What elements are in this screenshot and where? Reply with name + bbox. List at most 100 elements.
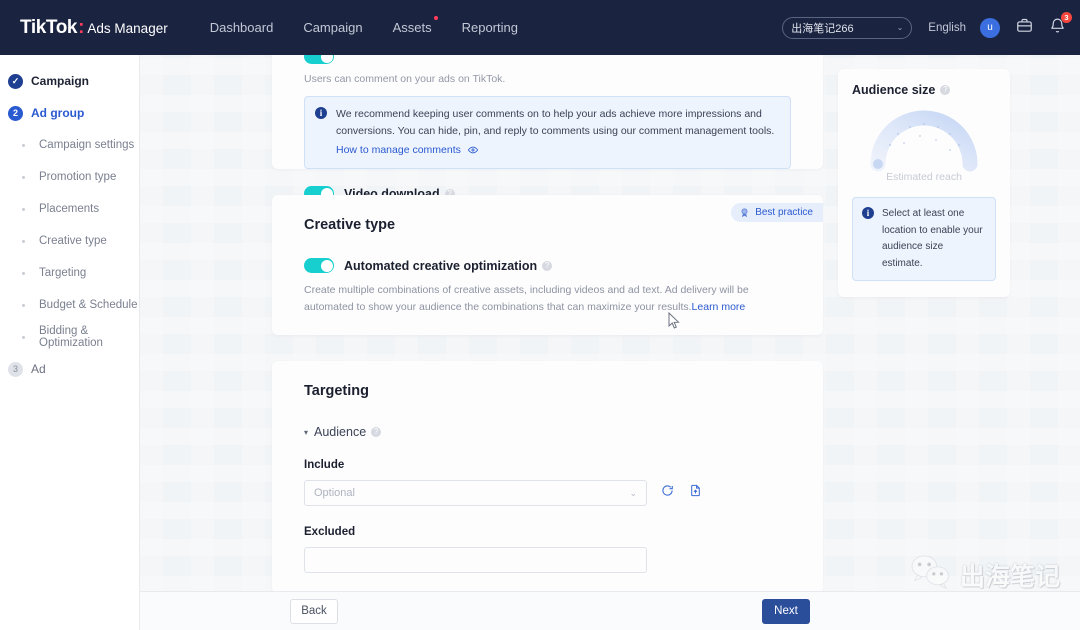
top-navigation-bar: TikTok : Ads Manager Dashboard Campaign … (0, 0, 1080, 55)
audience-size-infobox: i Select at least one location to enable… (852, 197, 996, 281)
help-icon[interactable]: ? (371, 427, 382, 437)
next-button[interactable]: Next (762, 598, 810, 624)
avatar[interactable]: u (980, 17, 1000, 38)
nav-item-assets[interactable]: Assets (392, 16, 438, 39)
card-creative-type: Best practice Creative type Automated cr… (272, 195, 823, 335)
include-audience-placeholder: Optional (314, 487, 355, 499)
audience-size-title: Audience size (852, 83, 936, 97)
sidebar-step-ad[interactable]: 3 Ad (0, 353, 139, 385)
sidebar-item-placements[interactable]: Placements (0, 193, 139, 225)
user-comment-hint: Users can comment on your ads on TikTok. (304, 73, 506, 85)
brand-logo[interactable]: TikTok : Ads Manager (20, 17, 168, 39)
sidebar-item-campaign-settings-label: Campaign settings (39, 139, 135, 151)
how-to-manage-comments-link[interactable]: How to manage comments (336, 144, 461, 156)
brand-subtitle: Ads Manager (87, 20, 168, 36)
help-icon[interactable]: ? (542, 260, 553, 271)
audience-group-label: Audience (314, 425, 367, 439)
sidebar-item-promotion-type-label: Promotion type (39, 171, 117, 183)
aco-toggle-row: Automated creative optimization ? (304, 258, 791, 273)
audience-size-panel: Audience size ? Estimated reach i Select… (838, 69, 1010, 297)
help-icon[interactable]: ? (940, 85, 951, 95)
automated-creative-optimization-toggle[interactable] (304, 258, 334, 273)
card-targeting: Targeting ▾ Audience ? Include Optional … (272, 361, 823, 593)
stepper-sidebar: ✓ Campaign 2 Ad group Campaign settings … (0, 55, 140, 630)
sidebar-item-targeting-label: Targeting (39, 267, 87, 279)
learn-more-link[interactable]: Learn more (692, 301, 746, 313)
chevron-down-icon: ▾ (304, 427, 309, 437)
bullet-icon (16, 303, 31, 307)
step-ad-badge: 3 (8, 361, 23, 377)
sidebar-item-campaign-settings[interactable]: Campaign settings (0, 129, 139, 161)
best-practice-badge[interactable]: Best practice (731, 203, 823, 222)
sidebar-step-ad-group[interactable]: 2 Ad group (0, 97, 139, 129)
account-selector[interactable]: 出海笔记266 ⌄ (782, 16, 913, 39)
main-nav-links: Dashboard Campaign Assets Reporting (210, 16, 548, 39)
sidebar-item-bidding-optimization[interactable]: Bidding & Optimization (0, 321, 139, 353)
chevron-down-icon: ⌄ (629, 487, 637, 498)
wizard-footer-bar: Back Next (140, 591, 1080, 630)
bullet-icon (16, 271, 31, 275)
include-label: Include (304, 459, 345, 471)
next-button-label: Next (774, 605, 798, 617)
brand-name: TikTok (20, 16, 78, 38)
back-button[interactable]: Back (290, 598, 338, 624)
sidebar-step-ad-group-label: Ad group (31, 106, 85, 120)
sidebar-item-creative-type[interactable]: Creative type (0, 225, 139, 257)
nav-right-controls: 出海笔记266 ⌄ English u 3 (782, 11, 1072, 39)
info-icon: i (315, 107, 327, 119)
medal-icon (739, 207, 750, 218)
main-content: Users can comment on your ads on TikTok.… (272, 0, 823, 630)
sidebar-item-promotion-type[interactable]: Promotion type (0, 161, 139, 193)
info-icon: i (862, 207, 874, 219)
audience-size-info-text: Select at least one location to enable y… (882, 208, 983, 269)
sidebar-item-budget-schedule-label: Budget & Schedule (39, 299, 138, 311)
nav-item-campaign-label: Campaign (303, 20, 363, 35)
audience-group-header[interactable]: ▾ Audience ? (304, 425, 791, 439)
language-selector[interactable]: English (928, 22, 966, 34)
brand-colon: : (78, 16, 85, 38)
include-audience-select[interactable]: Optional ⌄ (304, 480, 647, 506)
sidebar-item-creative-type-label: Creative type (39, 235, 107, 247)
account-selector-value: 出海笔记266 (791, 22, 854, 35)
excluded-label: Excluded (304, 526, 356, 538)
nav-item-assets-label: Assets (392, 20, 432, 35)
bullet-icon (16, 143, 31, 147)
sidebar-step-ad-label: Ad (31, 362, 46, 376)
sidebar-item-budget-schedule[interactable]: Budget & Schedule (0, 289, 139, 321)
excluded-audience-select[interactable] (304, 547, 647, 573)
best-practice-label: Best practice (755, 207, 813, 218)
briefcase-icon[interactable] (1016, 17, 1033, 39)
bullet-icon (16, 335, 31, 339)
step-ad-group-badge: 2 (8, 105, 23, 121)
estimated-reach-gauge (852, 97, 996, 177)
comment-recommendation-text: We recommend keeping user comments on to… (336, 108, 775, 137)
bullet-icon (16, 175, 31, 179)
export-icon[interactable] (689, 484, 702, 502)
assets-notification-dot-icon (433, 16, 438, 20)
bullet-icon (16, 239, 31, 243)
nav-item-campaign[interactable]: Campaign (303, 16, 362, 39)
step-campaign-badge-icon: ✓ (8, 73, 23, 89)
bullet-icon (16, 207, 31, 211)
targeting-title: Targeting (304, 383, 369, 399)
aco-description: Create multiple combinations of creative… (304, 284, 749, 314)
sidebar-item-placements-label: Placements (39, 203, 100, 215)
notification-badge: 3 (1061, 11, 1072, 23)
sidebar-step-campaign-label: Campaign (31, 74, 90, 88)
language-label: English (928, 21, 966, 34)
refresh-icon[interactable] (661, 484, 674, 502)
sidebar-step-campaign[interactable]: ✓ Campaign (0, 65, 139, 97)
comment-recommendation-infobox: i We recommend keeping user comments on … (304, 96, 791, 170)
sidebar-item-targeting[interactable]: Targeting (0, 257, 139, 289)
nav-item-dashboard[interactable]: Dashboard (210, 16, 274, 39)
chevron-down-icon: ⌄ (896, 23, 904, 32)
aco-label: Automated creative optimization (344, 258, 538, 273)
back-button-label: Back (301, 605, 327, 617)
avatar-initial: u (987, 22, 993, 33)
creative-type-title: Creative type (304, 217, 396, 233)
sidebar-item-bidding-optimization-label: Bidding & Optimization (39, 325, 103, 349)
nav-item-reporting-label: Reporting (461, 20, 518, 35)
bell-icon[interactable]: 3 (1049, 11, 1072, 39)
nav-item-reporting[interactable]: Reporting (462, 16, 518, 39)
nav-item-dashboard-label: Dashboard (209, 20, 274, 35)
